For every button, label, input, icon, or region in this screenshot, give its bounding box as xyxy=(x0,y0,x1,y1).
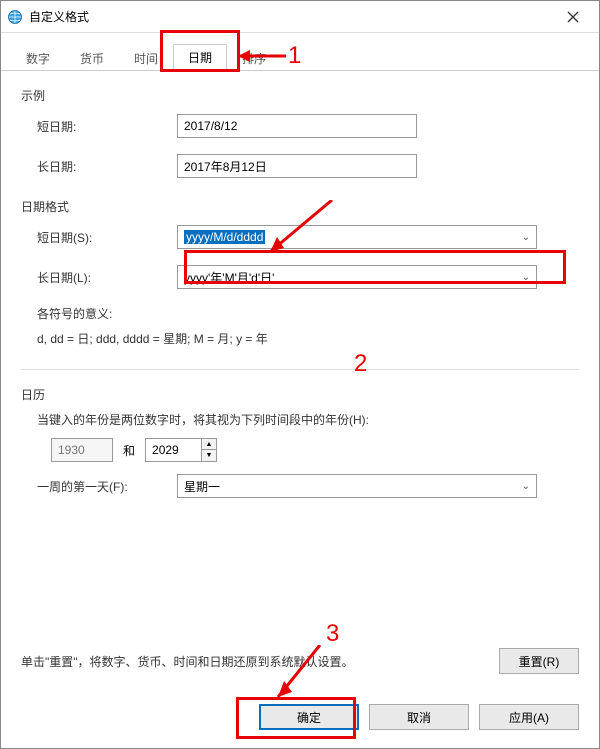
long-date-example-label: 长日期: xyxy=(37,158,177,175)
calendar-group: 日历 当键入的年份是两位数字时，将其视为下列时间段中的年份(H): 1930 和… xyxy=(21,386,579,498)
spinner-down-icon[interactable]: ▼ xyxy=(202,450,216,461)
example-group-title: 示例 xyxy=(21,87,579,104)
long-date-format-value: yyyy'年'M'月'd'日' xyxy=(184,269,274,286)
two-digit-year-label: 当键入的年份是两位数字时，将其视为下列时间段中的年份(H): xyxy=(37,411,579,428)
titlebar: 自定义格式 xyxy=(1,1,599,33)
divider xyxy=(21,369,579,370)
format-group-title: 日期格式 xyxy=(21,198,579,215)
tabbar: 数字 货币 时间 日期 排序 xyxy=(1,33,599,71)
apply-button[interactable]: 应用(A) xyxy=(479,704,579,730)
year-to-value: 2029 xyxy=(146,443,201,457)
close-button[interactable] xyxy=(553,3,593,31)
content-area: 示例 短日期: 2017/8/12 长日期: 2017年8月12日 日期格式 短… xyxy=(1,71,599,636)
short-date-format-value: yyyy/M/d/dddd xyxy=(184,230,265,244)
chevron-down-icon: ⌄ xyxy=(522,272,530,283)
reset-description: 单击"重置"，将数字、货币、时间和日期还原到系统默认设置。 xyxy=(21,653,354,670)
long-date-example-row: 长日期: 2017年8月12日 xyxy=(37,154,579,178)
short-date-format-label: 短日期(S): xyxy=(37,229,177,246)
first-day-label: 一周的第一天(F): xyxy=(37,478,177,495)
tab-currency[interactable]: 货币 xyxy=(65,45,119,71)
first-day-row: 一周的第一天(F): 星期一 ⌄ xyxy=(37,474,579,498)
tab-time[interactable]: 时间 xyxy=(119,45,173,71)
short-date-format-combo[interactable]: yyyy/M/d/dddd ⌄ xyxy=(177,225,537,249)
dialog-button-row: 确定 取消 应用(A) xyxy=(21,704,579,730)
first-day-value: 星期一 xyxy=(184,478,220,495)
short-date-example-row: 短日期: 2017/8/12 xyxy=(37,114,579,138)
ok-button[interactable]: 确定 xyxy=(259,704,359,730)
spinner-up-icon[interactable]: ▲ xyxy=(202,439,216,450)
year-from-input: 1930 xyxy=(51,438,113,462)
first-day-combo[interactable]: 星期一 ⌄ xyxy=(177,474,537,498)
footer: 单击"重置"，将数字、货币、时间和日期还原到系统默认设置。 重置(R) 确定 取… xyxy=(1,636,599,748)
cancel-button[interactable]: 取消 xyxy=(369,704,469,730)
long-date-format-row: 长日期(L): yyyy'年'M'月'd'日' ⌄ xyxy=(37,265,579,289)
tab-sort[interactable]: 排序 xyxy=(227,45,281,71)
year-and-label: 和 xyxy=(123,442,135,459)
long-date-format-combo[interactable]: yyyy'年'M'月'd'日' ⌄ xyxy=(177,265,537,289)
chevron-down-icon: ⌄ xyxy=(522,481,530,492)
dialog-title: 自定义格式 xyxy=(29,8,553,25)
calendar-group-title: 日历 xyxy=(21,386,579,403)
symbol-meaning-text: d, dd = 日; ddd, dddd = 星期; M = 月; y = 年 xyxy=(37,330,579,349)
short-date-format-row: 短日期(S): yyyy/M/d/dddd ⌄ xyxy=(37,225,579,249)
format-group: 日期格式 短日期(S): yyyy/M/d/dddd ⌄ 长日期(L): yyy… xyxy=(21,198,579,349)
globe-icon xyxy=(7,9,23,25)
tab-date[interactable]: 日期 xyxy=(173,44,227,71)
reset-button[interactable]: 重置(R) xyxy=(499,648,579,674)
reset-row: 单击"重置"，将数字、货币、时间和日期还原到系统默认设置。 重置(R) xyxy=(21,648,579,674)
tab-number[interactable]: 数字 xyxy=(11,45,65,71)
long-date-example-value: 2017年8月12日 xyxy=(177,154,417,178)
chevron-down-icon: ⌄ xyxy=(522,232,530,243)
year-to-spinner[interactable]: 2029 ▲ ▼ xyxy=(145,438,217,462)
custom-format-dialog: 自定义格式 数字 货币 时间 日期 排序 示例 短日期: 2017/8/12 长… xyxy=(0,0,600,749)
short-date-example-value: 2017/8/12 xyxy=(177,114,417,138)
symbol-meaning-label: 各符号的意义: xyxy=(37,305,579,324)
year-range-row: 1930 和 2029 ▲ ▼ xyxy=(51,438,579,462)
short-date-example-label: 短日期: xyxy=(37,118,177,135)
long-date-format-label: 长日期(L): xyxy=(37,269,177,286)
example-group: 示例 短日期: 2017/8/12 长日期: 2017年8月12日 xyxy=(21,87,579,178)
